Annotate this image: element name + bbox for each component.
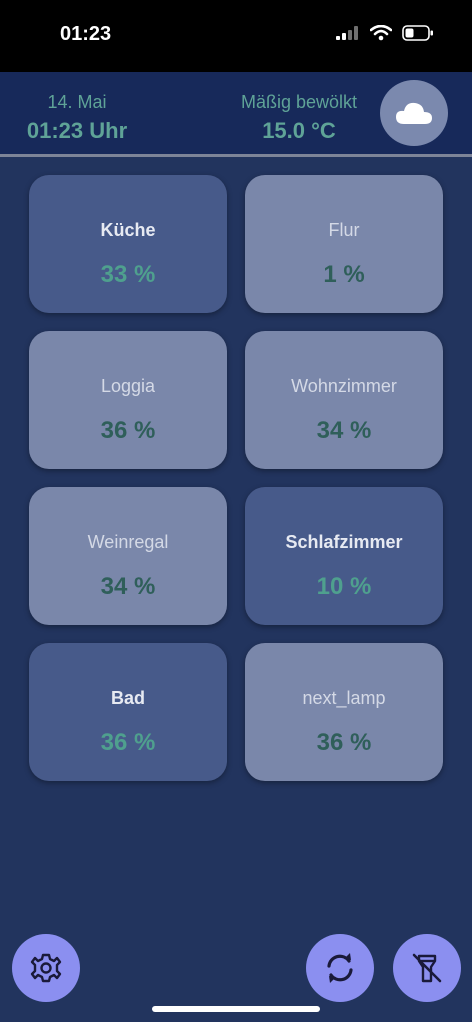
room-name: Küche bbox=[100, 220, 156, 240]
signal-icon bbox=[336, 26, 358, 40]
date-label: 14. Mai bbox=[47, 92, 107, 112]
room-tile-schlafzimmer[interactable]: Schlafzimmer 10 % bbox=[245, 487, 443, 625]
room-brightness: 36 % bbox=[316, 729, 372, 756]
room-name: Weinregal bbox=[87, 532, 169, 552]
room-tile-weinregal[interactable]: Weinregal 34 % bbox=[29, 487, 227, 625]
room-brightness: 1 % bbox=[323, 261, 365, 288]
refresh-button[interactable] bbox=[306, 934, 374, 1002]
wifi-icon bbox=[370, 25, 392, 41]
room-name: next_lamp bbox=[302, 688, 386, 708]
room-brightness: 33 % bbox=[100, 261, 156, 288]
weather-description: Mäßig bewölkt bbox=[240, 92, 358, 112]
room-tile-wohnzimmer[interactable]: Wohnzimmer 34 % bbox=[245, 331, 443, 469]
refresh-icon bbox=[327, 953, 353, 983]
status-icons bbox=[336, 25, 434, 41]
room-tile-bad[interactable]: Bad 36 % bbox=[29, 643, 227, 781]
room-brightness: 36 % bbox=[100, 417, 156, 444]
cloud-icon bbox=[396, 102, 432, 124]
weather-button[interactable] bbox=[380, 80, 448, 146]
gear-icon bbox=[30, 953, 62, 983]
flashlight-button[interactable] bbox=[393, 934, 461, 1002]
temperature-label: 15.0 °C bbox=[262, 118, 336, 143]
battery-icon bbox=[402, 25, 433, 41]
room-brightness: 10 % bbox=[316, 573, 372, 600]
room-name: Loggia bbox=[100, 376, 156, 396]
room-brightness: 36 % bbox=[100, 729, 156, 756]
room-brightness: 34 % bbox=[316, 417, 372, 444]
room-tile-loggia[interactable]: Loggia 36 % bbox=[29, 331, 227, 469]
room-tile-next-lamp[interactable]: next_lamp 36 % bbox=[245, 643, 443, 781]
header: 14. Mai 01:23 Uhr Mäßig bewölkt 15.0 °C bbox=[0, 72, 472, 154]
room-name: Wohnzimmer bbox=[291, 376, 397, 396]
status-bar: 01:23 bbox=[0, 0, 472, 72]
status-time: 01:23 bbox=[60, 23, 112, 45]
home-indicator[interactable] bbox=[152, 1006, 320, 1012]
room-name: Bad bbox=[110, 688, 145, 708]
flashlight-off-icon bbox=[412, 953, 442, 983]
room-brightness: 34 % bbox=[100, 573, 156, 600]
header-divider bbox=[0, 154, 472, 157]
clock-label: 01:23 Uhr bbox=[26, 118, 128, 143]
room-tile-flur[interactable]: Flur 1 % bbox=[245, 175, 443, 313]
room-name: Schlafzimmer bbox=[285, 532, 403, 552]
settings-button[interactable] bbox=[12, 934, 80, 1002]
room-name: Flur bbox=[328, 220, 360, 240]
room-tile-kueche[interactable]: Küche 33 % bbox=[29, 175, 227, 313]
